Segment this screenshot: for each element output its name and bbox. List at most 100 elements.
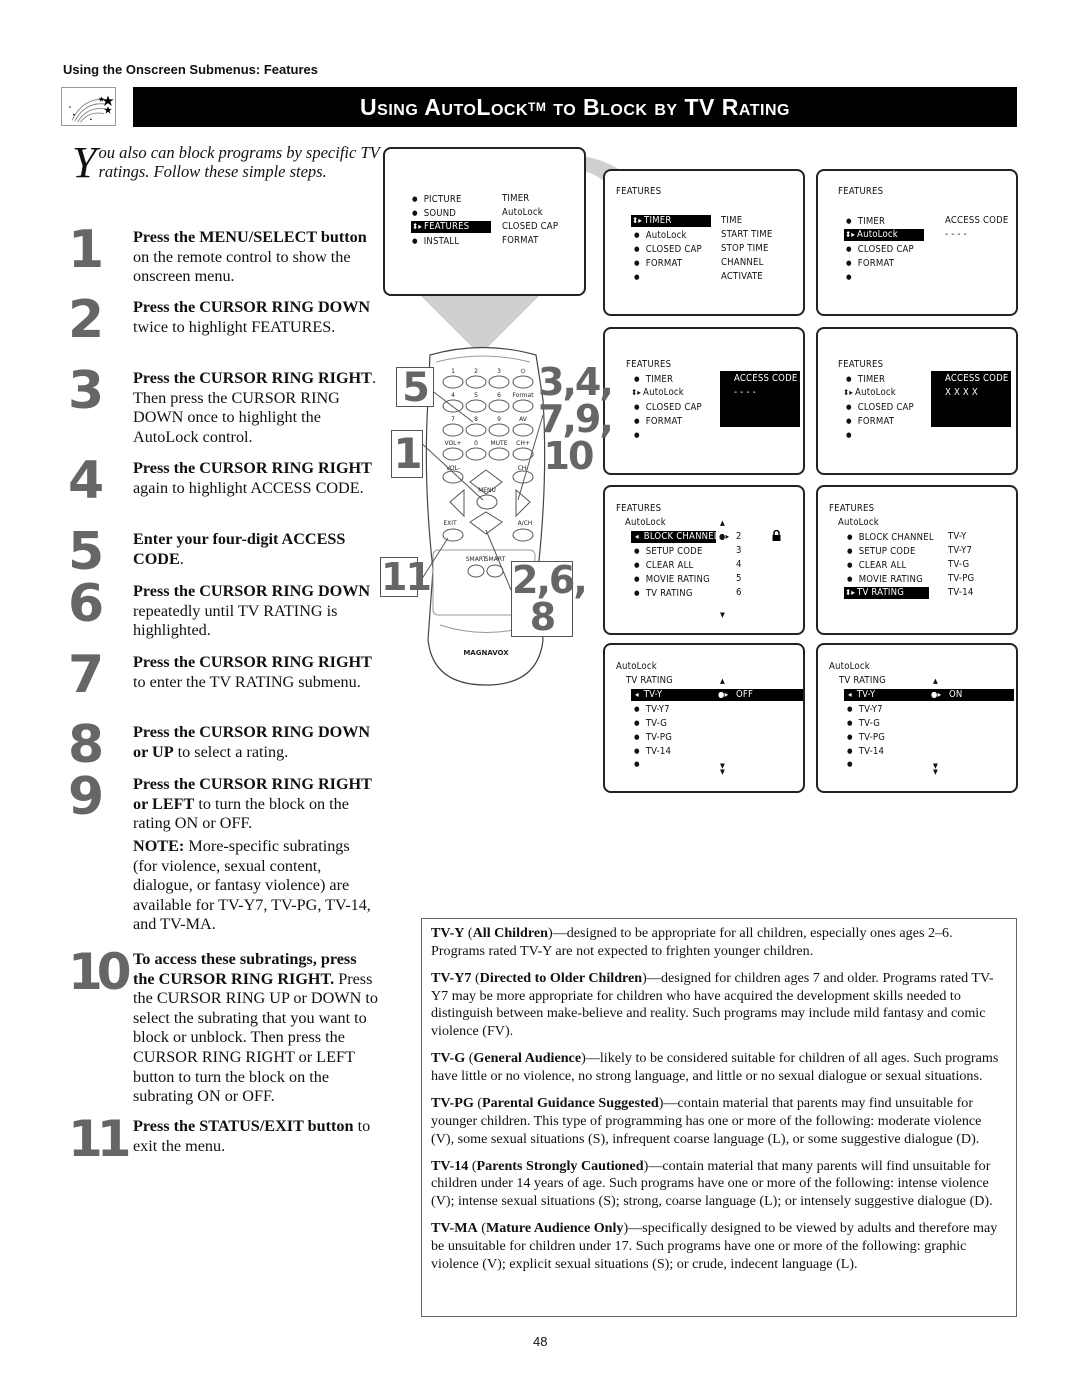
submenu-item: START TIME <box>721 229 773 240</box>
step-text: Press the CURSOR RING DOWN twice to high… <box>133 298 371 336</box>
menu-item-highlighted: ⬍▸ TIMER <box>631 215 711 227</box>
menu-item: TV-14 <box>847 745 884 758</box>
screen-title: AutoLock <box>616 661 657 672</box>
submenu-item: ACTIVATE <box>721 271 763 282</box>
svg-text:9: 9 <box>497 416 501 423</box>
step-number: 9 <box>68 767 104 827</box>
menu-item: FORMAT <box>634 415 682 428</box>
menu-item: TIMER <box>846 373 885 386</box>
svg-text:SMART: SMART <box>485 556 506 563</box>
callout-text: 7,9, <box>538 397 614 441</box>
menu-item: TV-PG <box>634 731 672 744</box>
menu-item: SOUND <box>412 207 456 220</box>
menu-item-highlighted: ⬍▸ AutoLock <box>844 229 924 241</box>
step-number: 11 <box>68 1110 132 1168</box>
svg-text:5: 5 <box>474 392 478 399</box>
access-code-box: ACCESS CODE X X X X <box>931 371 1011 427</box>
step-text: Press the CURSOR RING RIGHT again to hig… <box>133 459 372 497</box>
svg-text:MUTE: MUTE <box>490 440 507 447</box>
menu-item <box>847 758 859 771</box>
screen-subtitle: TV RATING <box>839 675 886 686</box>
submenu-item: AutoLock <box>502 207 543 218</box>
rating-value: TV-Y7 <box>948 545 973 556</box>
step-number: 8 <box>68 715 104 775</box>
callout-steps-2-6-8: 2,6, 8 <box>511 558 588 639</box>
step-number: 5 <box>68 522 104 582</box>
menu-item <box>846 271 858 284</box>
menu-item: CLOSED CAP <box>634 401 702 414</box>
menu-item-highlighted: ⬍▸ TV RATING <box>844 587 929 599</box>
submenu-item: TIMER <box>502 193 530 204</box>
menu-item <box>846 429 858 442</box>
rating-value: TV-PG <box>948 573 975 584</box>
menu-item: AutoLock <box>634 229 687 242</box>
menu-item <box>634 758 646 771</box>
screen-access-code-entered: FEATURES TIMER ⬍▸AutoLock CLOSED CAP FOR… <box>816 327 1018 475</box>
cursor-lr-icon: ●▸ <box>718 690 729 699</box>
section-label: Using the Onscreen Submenus: Features <box>63 62 319 77</box>
step-number: 1 <box>68 220 104 280</box>
submenu-item: TIME <box>721 215 743 226</box>
screen-subtitle: AutoLock <box>625 517 666 528</box>
screen-title: FEATURES <box>829 503 875 514</box>
remote-control: 1 2 3 ⏻ 4 5 6 Format 7 8 9 AV VOL+ 0 MUTE CH+ VOL- CH… <box>378 340 614 710</box>
callout-step-1: 1 <box>391 430 423 478</box>
menu-item: TIMER <box>634 373 673 386</box>
block-status: OFF <box>736 689 754 700</box>
page-number: 48 <box>533 1334 548 1349</box>
svg-text:SMART: SMART <box>466 556 487 563</box>
step-text: Press the CURSOR RING RIGHT or LEFT to t… <box>133 775 372 833</box>
access-code-value: - - - - <box>945 229 967 240</box>
step-number: 10 <box>68 943 132 1001</box>
callout-text: 8 <box>529 595 556 639</box>
intro-body: ou also can block programs by specific T… <box>98 143 380 181</box>
step-text: Press the CURSOR RING DOWN or UP to sele… <box>133 723 371 761</box>
scroll-down-icon: ▼ ▼ <box>933 762 939 776</box>
step-number: 6 <box>68 574 104 634</box>
screen-title: AutoLock <box>829 661 870 672</box>
submenu-item: STOP TIME <box>721 243 769 254</box>
title-rest: to Block by TV Rating <box>546 93 790 120</box>
channel-value: 2 <box>736 531 742 542</box>
menu-item: SETUP CODE <box>847 545 916 558</box>
svg-text:3: 3 <box>497 368 501 375</box>
svg-text:Format: Format <box>512 392 534 399</box>
channel-value: 5 <box>736 573 742 584</box>
svg-text:EXIT: EXIT <box>443 520 457 527</box>
svg-text:CH+: CH+ <box>516 440 530 447</box>
cursor-lr-icon: ●▸ <box>719 532 730 541</box>
menu-item: CLOSED CAP <box>846 243 914 256</box>
svg-text:2: 2 <box>474 368 478 375</box>
step-text: Press the CURSOR RING DOWN repeatedly un… <box>133 582 371 640</box>
step-text: Press the STATUS/EXIT button to exit the… <box>133 1117 371 1155</box>
svg-text:MENU: MENU <box>478 487 496 494</box>
rating-tv-g: TV-G (General Audience)—likely to be con… <box>431 1050 999 1084</box>
menu-item-highlighted: ⬍▸ FEATURES <box>411 221 491 233</box>
screen-main-menu: PICTURE SOUND ⬍▸FEATURES INSTALL TIMER A… <box>383 147 586 296</box>
step-number: 4 <box>68 451 104 511</box>
menu-item: CLOSED CAP <box>846 401 914 414</box>
access-code-label: ACCESS CODE <box>945 373 1009 384</box>
block-status: ON <box>949 689 963 700</box>
rating-value: TV-G <box>948 559 970 570</box>
menu-item: TV-14 <box>634 745 671 758</box>
menu-item: FORMAT <box>846 257 894 270</box>
cursor-icon: ⬍▸ <box>412 222 423 231</box>
scroll-down-icon: ▼ <box>720 611 726 619</box>
callout-steps-3-4-7-9-10: 3,4, 7,9, 10 <box>538 363 614 476</box>
menu-item: CLEAR ALL <box>847 559 907 572</box>
callout-step-5: 5 <box>396 367 434 408</box>
callout-text: 2,6, <box>512 558 588 602</box>
menu-item: TV RATING <box>634 587 693 600</box>
channel-value: 4 <box>736 559 742 570</box>
rating-tv-pg: TV-PG (Parental Guidance Suggested)—cont… <box>431 1095 982 1147</box>
svg-text:VOL+: VOL+ <box>444 440 461 447</box>
scroll-up-icon: ▲ <box>933 677 939 685</box>
access-code-value: X X X X <box>945 387 978 398</box>
menu-item-highlighted: ◂ TV-Y ●▸ ON <box>844 689 1014 701</box>
menu-item-selected: ⬍▸ AutoLock <box>631 387 684 398</box>
rating-tv-y: TV-Y (All Children)—designed to be appro… <box>431 925 953 959</box>
menu-item: FORMAT <box>634 257 682 270</box>
menu-item: TV-Y7 <box>634 703 670 716</box>
screen-features-autolock: FEATURES TIMER ⬍▸AutoLock CLOSED CAP FOR… <box>816 169 1018 316</box>
